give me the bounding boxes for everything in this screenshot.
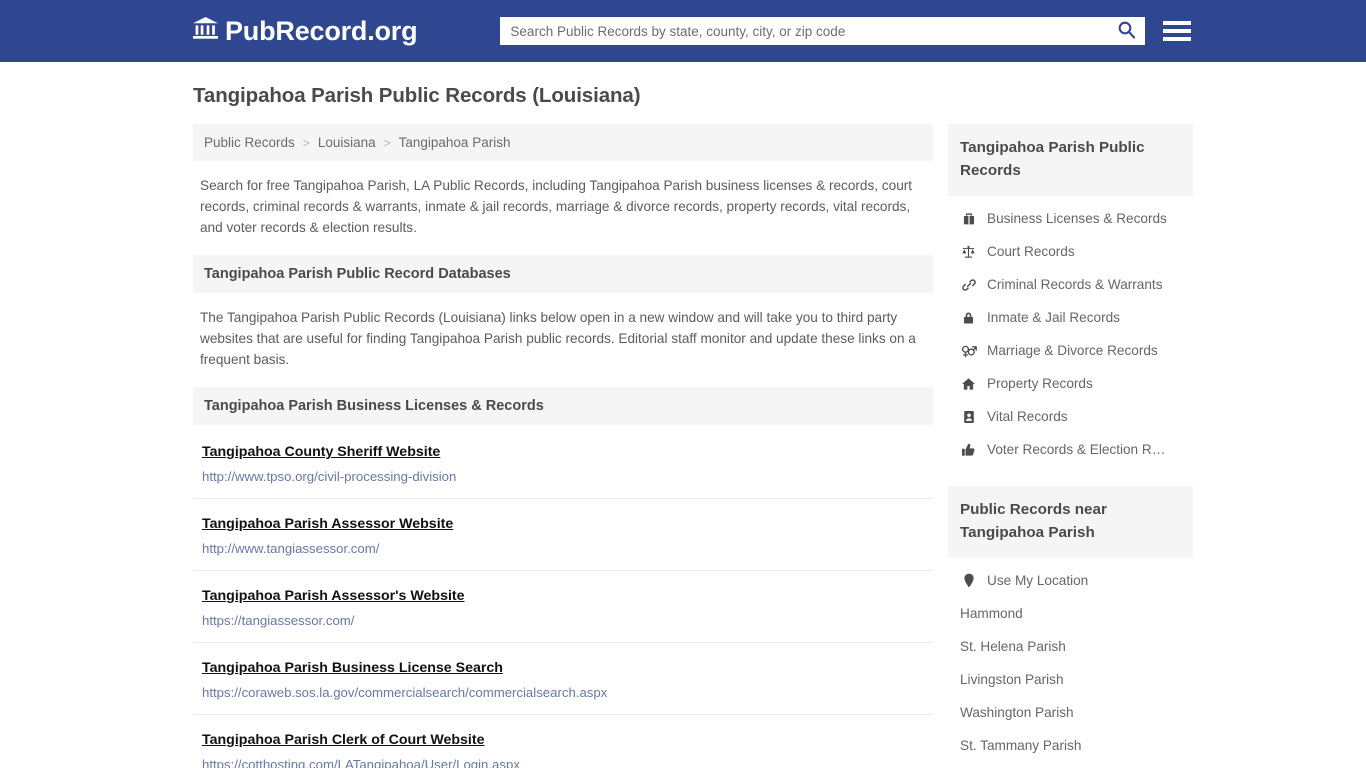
result-url-link[interactable]: https://coraweb.sos.la.gov/commercialsea…	[202, 685, 933, 700]
breadcrumb-item-tangipahoa-parish[interactable]: Tangipahoa Parish	[399, 135, 511, 150]
result-title-link[interactable]: Tangipahoa Parish Clerk of Court Website	[202, 732, 484, 748]
sidebar-item-marriage-divorce-records[interactable]: Marriage & Divorce Records	[948, 334, 1193, 367]
search-input[interactable]	[500, 17, 1146, 45]
sidebar-item-label: Court Records	[987, 244, 1075, 259]
list-item[interactable]: Tangipahoa Parish Clerk of Court Website…	[193, 715, 933, 768]
thumbs-up-icon	[960, 443, 977, 457]
result-title-link[interactable]: Tangipahoa Parish Assessor Website	[202, 516, 453, 532]
result-url-link[interactable]: https://tangiassessor.com/	[202, 613, 933, 628]
page-container: Tangipahoa Parish Public Records (Louisi…	[0, 62, 1366, 768]
scales-of-justice-icon	[960, 245, 977, 259]
sidebar-item-label: Washington Parish	[960, 705, 1074, 720]
hamburger-bar-3	[1163, 37, 1192, 41]
sidebar-item-washington-parish[interactable]: Washington Parish	[948, 696, 1193, 729]
sidebar-nearby-block: Public Records near Tangipahoa Parish Us…	[948, 486, 1193, 762]
sidebar-item-business-licenses[interactable]: Business Licenses & Records	[948, 202, 1193, 235]
map-pin-icon	[960, 573, 977, 588]
sidebar-item-voter-records[interactable]: Voter Records & Election R…	[948, 433, 1193, 466]
result-url-link[interactable]: http://www.tpso.org/civil-processing-div…	[202, 469, 933, 484]
sidebar-item-label: Inmate & Jail Records	[987, 310, 1120, 325]
list-item[interactable]: Tangipahoa Parish Business License Searc…	[193, 643, 933, 715]
sidebar-item-label: Marriage & Divorce Records	[987, 343, 1158, 358]
sidebar-item-vital-records[interactable]: Vital Records	[948, 400, 1193, 433]
breadcrumb-item-public-records[interactable]: Public Records	[204, 135, 295, 150]
sidebar-item-label: Business Licenses & Records	[987, 211, 1167, 226]
result-url-link[interactable]: https://cotthosting.com/LATangipahoa/Use…	[202, 757, 933, 768]
site-logo-link[interactable]: PubRecord.org	[193, 15, 418, 47]
hamburger-bar-2	[1163, 29, 1192, 33]
page-title: Tangipahoa Parish Public Records (Louisi…	[193, 84, 641, 107]
sidebar-heading-nearby: Public Records near Tangipahoa Parish	[948, 486, 1193, 558]
breadcrumb-separator: >	[302, 135, 310, 150]
sidebar-item-label: Voter Records & Election R…	[987, 442, 1166, 457]
site-header: PubRecord.org	[0, 0, 1366, 62]
databases-paragraph: The Tangipahoa Parish Public Records (Lo…	[200, 310, 916, 367]
section-heading-databases: Tangipahoa Parish Public Record Database…	[193, 255, 933, 293]
search-button[interactable]	[1111, 17, 1141, 45]
sidebar-item-inmate-jail-records[interactable]: Inmate & Jail Records	[948, 301, 1193, 334]
search-container	[500, 17, 1146, 45]
list-item[interactable]: Tangipahoa Parish Assessor's Website htt…	[193, 571, 933, 643]
site-logo-text: PubRecord.org	[225, 15, 418, 46]
sidebar-item-label: Vital Records	[987, 409, 1068, 424]
result-title-link[interactable]: Tangipahoa Parish Assessor's Website	[202, 588, 465, 604]
sidebar-item-livingston-parish[interactable]: Livingston Parish	[948, 663, 1193, 696]
sidebar-item-st-helena-parish[interactable]: St. Helena Parish	[948, 630, 1193, 663]
business-links-list: Tangipahoa County Sheriff Website http:/…	[193, 427, 933, 768]
sidebar-records-list: Business Licenses & Records Court Record…	[948, 196, 1193, 466]
lock-icon	[960, 311, 977, 325]
hamburger-menu-button[interactable]	[1163, 19, 1192, 43]
sidebar-item-label: St. Helena Parish	[960, 639, 1066, 654]
result-title-link[interactable]: Tangipahoa Parish Business License Searc…	[202, 660, 503, 676]
intro-paragraph: Search for free Tangipahoa Parish, LA Pu…	[200, 178, 913, 235]
search-icon	[1117, 20, 1136, 42]
venus-mars-icon	[960, 344, 977, 358]
breadcrumb-separator: >	[383, 135, 391, 150]
result-title-link[interactable]: Tangipahoa County Sheriff Website	[202, 444, 440, 460]
section-heading-business-licenses: Tangipahoa Parish Business Licenses & Re…	[193, 387, 933, 425]
list-item[interactable]: Tangipahoa Parish Assessor Website http:…	[193, 499, 933, 571]
sidebar-item-label: St. Tammany Parish	[960, 738, 1082, 753]
sidebar-item-st-tammany-parish[interactable]: St. Tammany Parish	[948, 729, 1193, 762]
sidebar-nearby-list: Use My Location Hammond St. Helena Paris…	[948, 558, 1193, 762]
list-item[interactable]: Tangipahoa County Sheriff Website http:/…	[193, 427, 933, 499]
home-icon	[960, 377, 977, 391]
id-card-icon	[960, 410, 977, 424]
sidebar-item-label: Criminal Records & Warrants	[987, 277, 1163, 292]
breadcrumb: Public Records > Louisiana > Tangipahoa …	[193, 124, 933, 161]
sidebar: Tangipahoa Parish Public Records Busines…	[948, 124, 1193, 762]
chain-link-icon	[960, 278, 977, 292]
sidebar-item-label: Property Records	[987, 376, 1093, 391]
sidebar-item-label: Livingston Parish	[960, 672, 1064, 687]
content-columns: Public Records > Louisiana > Tangipahoa …	[193, 124, 1193, 768]
result-url-link[interactable]: http://www.tangiassessor.com/	[202, 541, 933, 556]
sidebar-item-use-my-location[interactable]: Use My Location	[948, 564, 1193, 597]
sidebar-item-court-records[interactable]: Court Records	[948, 235, 1193, 268]
briefcase-icon	[960, 212, 977, 226]
bank-icon	[193, 17, 218, 45]
main-content: Public Records > Louisiana > Tangipahoa …	[193, 124, 933, 768]
hamburger-bar-1	[1163, 21, 1192, 25]
sidebar-item-criminal-records[interactable]: Criminal Records & Warrants	[948, 268, 1193, 301]
sidebar-item-label: Use My Location	[987, 573, 1089, 588]
sidebar-heading-records: Tangipahoa Parish Public Records	[948, 124, 1193, 196]
sidebar-item-property-records[interactable]: Property Records	[948, 367, 1193, 400]
sidebar-item-hammond[interactable]: Hammond	[948, 597, 1193, 630]
breadcrumb-item-louisiana[interactable]: Louisiana	[318, 135, 376, 150]
sidebar-item-label: Hammond	[960, 606, 1023, 621]
